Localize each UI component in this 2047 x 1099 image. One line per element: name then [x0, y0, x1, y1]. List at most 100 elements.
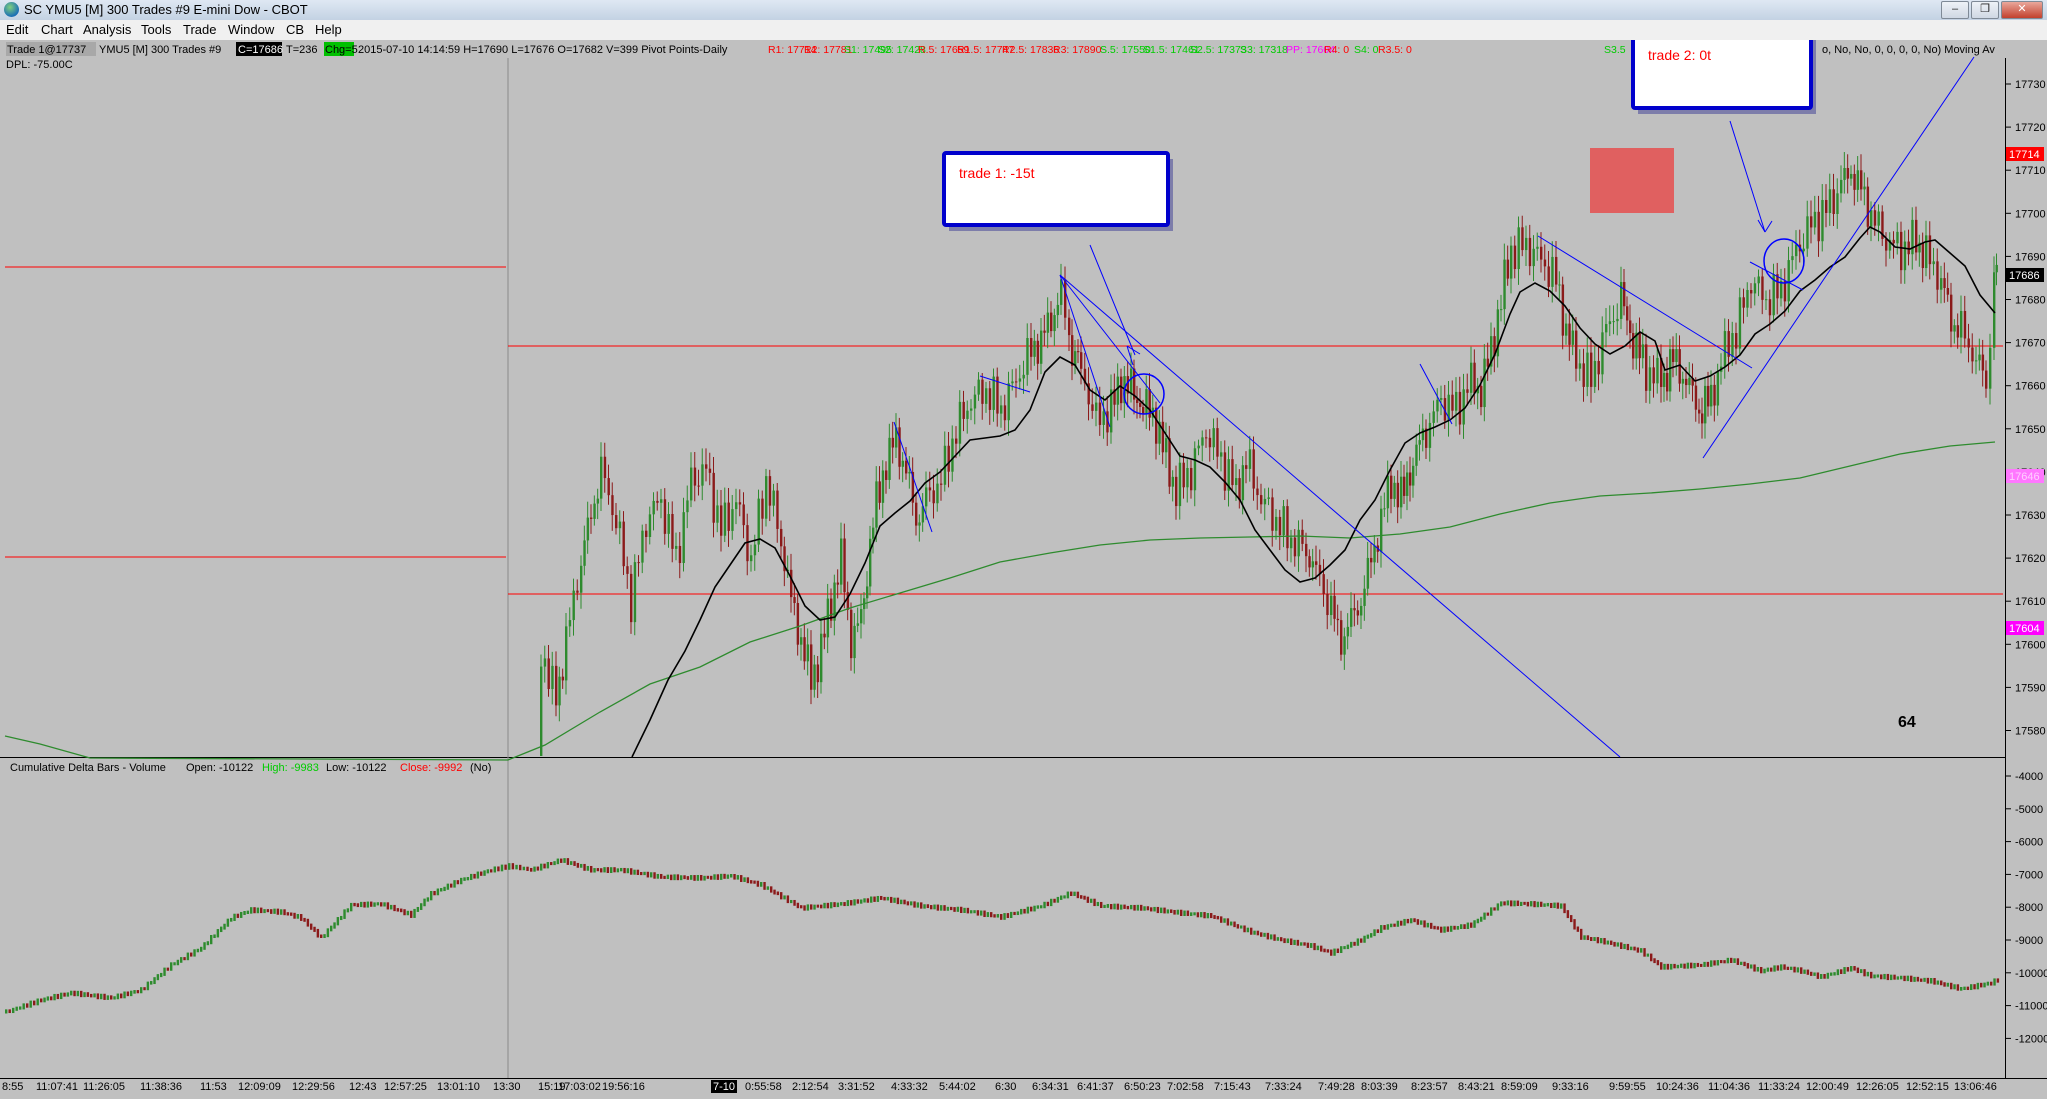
- ticks-label: T=236: [286, 44, 318, 56]
- menu-edit[interactable]: Edit: [6, 22, 28, 37]
- time-tick-label: 12:29:56: [292, 1081, 335, 1093]
- time-tick-label: 5:44:02: [939, 1081, 976, 1093]
- trade1-callout-text: trade 1: -15t: [959, 165, 1035, 181]
- delta-close: Close: -9992: [400, 762, 462, 774]
- window-controls: – ❐ ✕: [1941, 1, 2043, 19]
- window-titlebar: SC YMU5 [M] 300 Trades #9 E-mini Dow - C…: [0, 0, 2047, 21]
- time-tick-label: 7:02:58: [1167, 1081, 1204, 1093]
- pivot-value: R3: 17890: [1053, 44, 1102, 56]
- pivot-value: S3: 17318: [1240, 44, 1288, 56]
- price-tick-label: 17600: [2015, 639, 2046, 651]
- window-title: SC YMU5 [M] 300 Trades #9 E-mini Dow - C…: [24, 2, 308, 17]
- highlight-box: [1590, 148, 1674, 213]
- time-tick-label: 9:59:55: [1609, 1081, 1646, 1093]
- menu-tools[interactable]: Tools: [141, 22, 171, 37]
- delta-tick-label: -6000: [2015, 837, 2043, 849]
- delta-tick-label: -8000: [2015, 902, 2043, 914]
- time-tick-label: 12:00:49: [1806, 1081, 1849, 1093]
- delta-open: Open: -10122: [186, 762, 253, 774]
- delta-title: Cumulative Delta Bars - Volume: [10, 762, 166, 774]
- time-tick-label: 6:41:37: [1077, 1081, 1114, 1093]
- time-tick-label: 6:50:23: [1124, 1081, 1161, 1093]
- time-tick-label: 10:24:36: [1656, 1081, 1699, 1093]
- menu-chart[interactable]: Chart: [41, 22, 73, 37]
- time-tick-label: 7:15:43: [1214, 1081, 1251, 1093]
- pivot-value: S4: 0: [1354, 44, 1379, 56]
- delta-low: Low: -10122: [326, 762, 387, 774]
- menu-analysis[interactable]: Analysis: [83, 22, 131, 37]
- close-button[interactable]: ✕: [2001, 1, 2043, 19]
- symbol-label: YMU5 [M] 300 Trades #9: [99, 44, 221, 56]
- price-tick-label: 17670: [2015, 338, 2046, 350]
- trade2-callout[interactable]: trade 2: 0t: [1631, 32, 1816, 114]
- menu-trade[interactable]: Trade: [183, 22, 216, 37]
- pivot-value: S2.5: 17373: [1190, 44, 1247, 56]
- time-tick-label: 11:04:36: [1708, 1081, 1750, 1093]
- menu-cb[interactable]: CB: [286, 22, 304, 37]
- price-tick-label: 17660: [2015, 381, 2046, 393]
- price-tick-label: 17690: [2015, 251, 2046, 263]
- time-tick-label: 7:49:28: [1318, 1081, 1355, 1093]
- time-tick-label: 0:55:58: [745, 1081, 782, 1093]
- delta-no: (No): [470, 762, 491, 774]
- last-price-label: C=17686: [238, 44, 283, 56]
- menu-bar: Edit Chart Analysis Tools Trade Window C…: [0, 20, 2047, 41]
- delta-tick-label: -11000: [2015, 1001, 2047, 1013]
- price-tick-label: 17680: [2015, 295, 2046, 307]
- time-tick-label: 11:07:41: [36, 1081, 78, 1093]
- price-tick-label: 17720: [2015, 122, 2046, 134]
- price-tick-label: 17730: [2015, 79, 2046, 91]
- delta-high: High: -9983: [262, 762, 319, 774]
- time-tick-label: 12:52:15: [1906, 1081, 1949, 1093]
- pivot-value: R2.5: 17836: [1002, 44, 1059, 56]
- app-icon: [4, 2, 19, 17]
- change-label: Chg=5: [325, 44, 358, 56]
- bar-info-label: 2015-07-10 14:14:59 H=17690 L=17676 O=17…: [358, 44, 728, 56]
- time-tick-label: 11:38:36: [140, 1081, 182, 1093]
- pivot-value: R3.5: 0: [1378, 44, 1412, 56]
- time-tick-label: 6:34:31: [1032, 1081, 1069, 1093]
- delta-panel-header: Cumulative Delta Bars - Volume Open: -10…: [10, 762, 491, 774]
- time-tick-label: 12:26:05: [1856, 1081, 1899, 1093]
- time-tick-label: 8:59:09: [1501, 1081, 1538, 1093]
- time-tick-label: 4:33:32: [891, 1081, 928, 1093]
- last-price-marker: 17686: [2009, 270, 2040, 282]
- price-tick-label: 17710: [2015, 165, 2046, 177]
- price-tick-label: 17630: [2015, 510, 2046, 522]
- pp-price-marker: 17604: [2009, 623, 2040, 635]
- trade1-callout[interactable]: trade 1: -15t: [942, 151, 1173, 231]
- time-tick-label: 3:31:52: [838, 1081, 875, 1093]
- minimize-button[interactable]: –: [1941, 1, 1969, 19]
- time-tick-label: 6:30: [995, 1081, 1016, 1093]
- time-tick-label: 8:55: [2, 1081, 23, 1093]
- chart-area[interactable]: Trade 1@17737 YMU5 [M] 300 Trades #9 C=1…: [0, 32, 2047, 1094]
- delta-tick-label: -4000: [2015, 771, 2043, 783]
- time-tick-label: 19:56:16: [602, 1081, 645, 1093]
- number-annotation: 64: [1898, 714, 1916, 731]
- study-settings-label: o, No, No, 0, 0, 0, 0, No) Moving Av: [1822, 44, 1995, 56]
- time-tick-label: 7:33:24: [1265, 1081, 1302, 1093]
- delta-tick-label: -5000: [2015, 804, 2043, 816]
- time-tick-label: 11:53: [200, 1081, 227, 1093]
- trade2-callout-text: trade 2: 0t: [1648, 47, 1711, 63]
- pivot-value: R4: 0: [1324, 44, 1349, 56]
- time-tick-label: 8:43:21: [1458, 1081, 1495, 1093]
- time-tick-label: 9:33:16: [1552, 1081, 1589, 1093]
- time-tick-label: 12:57:25: [384, 1081, 427, 1093]
- time-tick-label: 11:33:24: [1758, 1081, 1800, 1093]
- maximize-button[interactable]: ❐: [1971, 1, 1999, 19]
- r1-price-marker: 17714: [2009, 149, 2040, 161]
- time-tick-label: 12:09:09: [238, 1081, 281, 1093]
- price-tick-label: 17650: [2015, 424, 2046, 436]
- menu-window[interactable]: Window: [228, 22, 274, 37]
- delta-tick-label: -10000: [2015, 968, 2047, 980]
- dpl-label: DPL: -75.00C: [6, 59, 73, 71]
- delta-tick-label: -7000: [2015, 869, 2043, 881]
- time-axis: 8:55 11:07:41 11:26:05 11:38:36 11:53 12:09:0…: [2, 1080, 1997, 1093]
- delta-tick-label: -12000: [2015, 1033, 2047, 1045]
- delta-tick-label: -9000: [2015, 935, 2043, 947]
- price-tick-label: 17580: [2015, 726, 2046, 738]
- menu-help[interactable]: Help: [315, 22, 342, 37]
- time-tick-label: 11:26:05: [83, 1081, 125, 1093]
- trade-label: Trade 1@17737: [7, 44, 86, 56]
